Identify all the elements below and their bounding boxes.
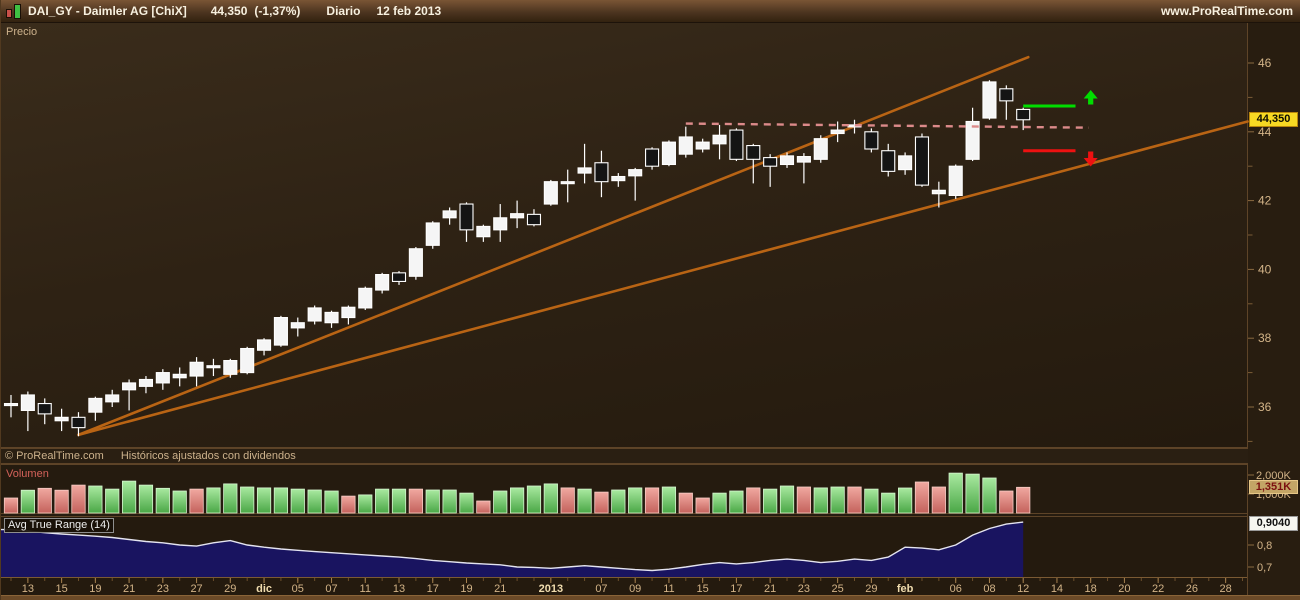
svg-text:23: 23 (798, 583, 810, 595)
svg-text:11: 11 (360, 583, 371, 595)
svg-text:22: 22 (1152, 583, 1164, 595)
atr-indicator-label: Avg True Range (14) (4, 518, 114, 533)
svg-text:38: 38 (1258, 331, 1272, 345)
svg-text:42: 42 (1258, 194, 1272, 208)
timeframe-label: Diario (326, 4, 361, 18)
svg-text:0,8: 0,8 (1257, 540, 1272, 552)
svg-text:25: 25 (832, 583, 844, 595)
copyright-bar: © ProRealTime.com Históricos ajustados c… (1, 448, 1248, 464)
website-link[interactable]: www.ProRealTime.com (1161, 4, 1293, 18)
svg-text:36: 36 (1258, 400, 1272, 414)
svg-text:46: 46 (1258, 56, 1272, 70)
svg-text:21: 21 (764, 583, 776, 595)
up-arrow-icon[interactable] (1083, 90, 1098, 105)
svg-text:29: 29 (865, 583, 877, 595)
svg-text:28: 28 (1220, 583, 1232, 595)
price-change: (-1,37%) (254, 4, 301, 18)
svg-text:0,7: 0,7 (1257, 562, 1272, 574)
svg-text:12: 12 (1017, 583, 1029, 595)
last-volume-axis-badge: 1,351K (1249, 480, 1298, 494)
last-atr-axis-badge: 0,9040 (1249, 516, 1298, 531)
svg-text:17: 17 (730, 583, 742, 595)
trendlines[interactable] (77, 55, 1249, 437)
time-axis: 13 15 19 21 23 27 29 dic 05 07 11 13 17 19 21 2013 07 09 1… (10, 578, 1244, 595)
svg-text:07: 07 (325, 583, 337, 595)
svg-text:18: 18 (1085, 583, 1097, 595)
svg-text:06: 06 (950, 583, 962, 595)
resistance-dashed-line[interactable] (685, 122, 1090, 129)
svg-text:15: 15 (55, 583, 67, 595)
svg-text:15: 15 (697, 583, 709, 595)
svg-text:40: 40 (1258, 262, 1272, 276)
copyright-text: © ProRealTime.com (5, 450, 104, 462)
svg-text:2013: 2013 (539, 583, 563, 595)
svg-text:21: 21 (494, 583, 506, 595)
svg-text:26: 26 (1186, 583, 1198, 595)
svg-text:08: 08 (983, 583, 995, 595)
instrument-title: DAI_GY - Daimler AG [ChiX] (28, 4, 187, 18)
svg-text:23: 23 (157, 583, 169, 595)
candlestick-logo-icon (6, 3, 21, 19)
volume-panel-label: Volumen (6, 468, 49, 480)
svg-text:05: 05 (292, 583, 304, 595)
svg-text:29: 29 (224, 583, 236, 595)
last-price: 44,350 (210, 4, 248, 18)
svg-text:09: 09 (629, 583, 641, 595)
svg-text:19: 19 (89, 583, 101, 595)
svg-text:14: 14 (1051, 583, 1063, 595)
price-panel-label: Precio (6, 26, 38, 38)
svg-text:21: 21 (123, 583, 135, 595)
svg-text:07: 07 (595, 583, 607, 595)
date-label: 12 feb 2013 (376, 4, 442, 18)
atr-series[interactable] (1, 521, 1024, 577)
candlestick-series[interactable] (3, 80, 1031, 437)
chart-canvas[interactable]: 4644424038362,000K1,000K0,80,713 15 19 21 23… (1, 0, 1300, 600)
svg-text:27: 27 (190, 583, 202, 595)
prorealtime-window: 46 44 42 40 38 36 2,000K 1,000K 0,8 0,7 13 15 19 21 23… (0, 0, 1300, 600)
svg-text:feb: feb (897, 583, 914, 595)
svg-text:20: 20 (1118, 583, 1130, 595)
svg-text:dic: dic (256, 583, 272, 595)
volume-series[interactable] (3, 472, 1031, 514)
svg-text:13: 13 (393, 583, 405, 595)
svg-text:19: 19 (460, 583, 472, 595)
atr-axis: 0,8 0,7 (1248, 540, 1272, 574)
dividend-note: Históricos ajustados con dividendos (120, 450, 296, 462)
svg-text:11: 11 (663, 583, 674, 595)
last-price-axis-badge: 44,350 (1249, 112, 1298, 127)
svg-text:13: 13 (22, 583, 34, 595)
title-bar: DAI_GY - Daimler AG [ChiX] 44,350 (-1,37… (1, 0, 1300, 23)
svg-text:17: 17 (427, 583, 439, 595)
